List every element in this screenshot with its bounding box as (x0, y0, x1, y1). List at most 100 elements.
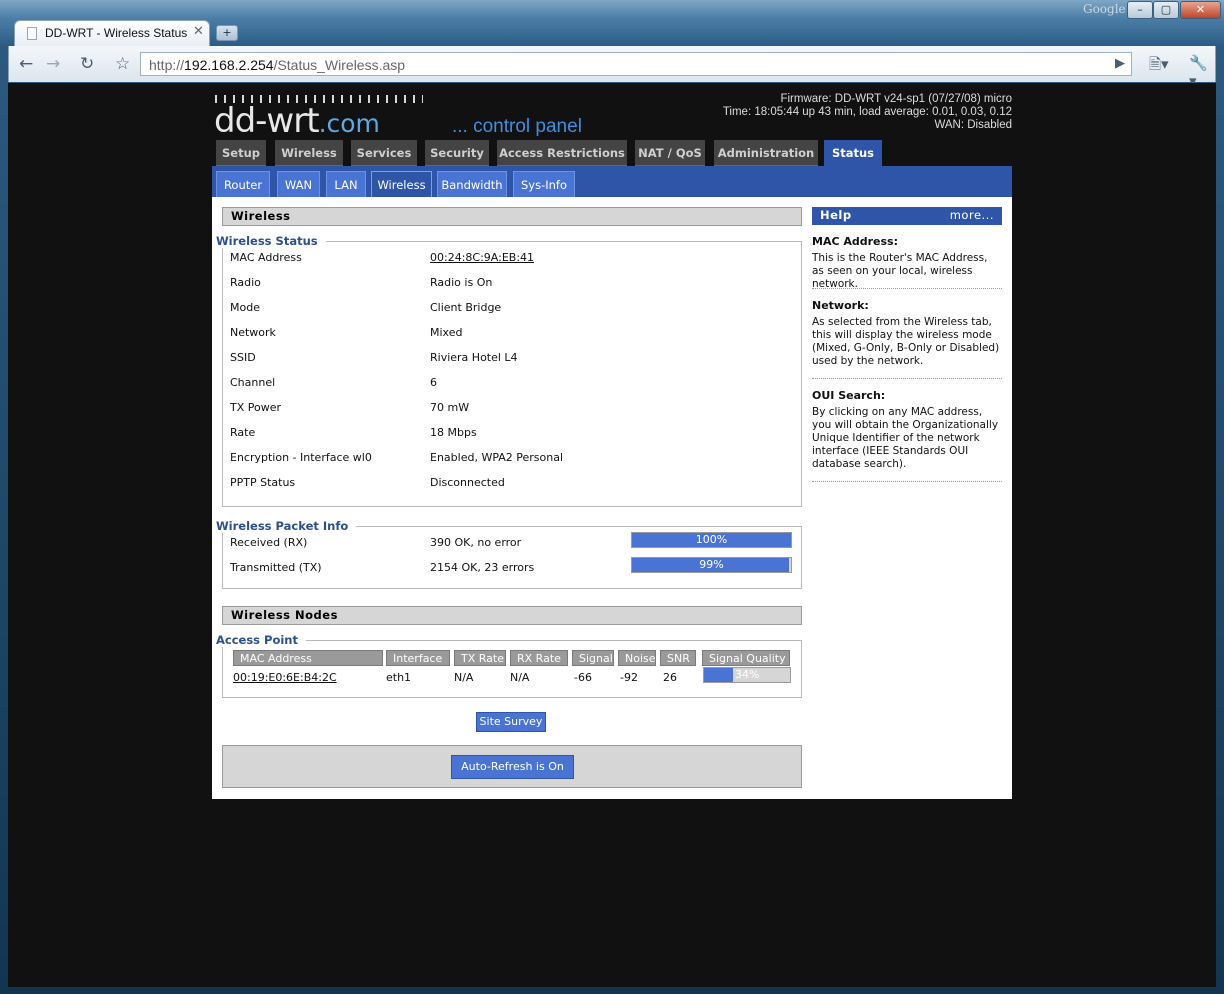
row-label: MAC Address (230, 251, 302, 264)
close-window-button[interactable]: ✕ (1180, 1, 1221, 19)
row-label: Encryption - Interface wl0 (230, 451, 372, 464)
tab-services[interactable]: Services (351, 140, 417, 166)
node-snr: 26 (663, 671, 677, 684)
tab-administration[interactable]: Administration (714, 140, 818, 166)
wireless-heading: Wireless (222, 207, 802, 226)
maximize-button[interactable]: ▢ (1153, 1, 1179, 19)
site-survey-button[interactable]: Site Survey (476, 712, 546, 732)
row-value: 70 mW (430, 401, 470, 414)
subtab-lan[interactable]: LAN (326, 171, 366, 197)
tab-access-restrictions[interactable]: Access Restrictions (497, 140, 627, 166)
tab-nat-qos[interactable]: NAT / QoS (635, 140, 705, 166)
address-bar[interactable]: http://192.168.2.254/Status_Wireless.asp (140, 52, 1132, 76)
back-arrow-icon[interactable]: ← (19, 54, 33, 74)
help-more-link[interactable]: more... (950, 207, 994, 224)
help-item-text: This is the Router's MAC Address, as see… (812, 252, 988, 290)
uptime-load: Time: 18:05:44 up 43 min, load average: … (722, 106, 1012, 118)
forward-arrow-icon[interactable]: → (46, 54, 60, 74)
bookmark-star-icon[interactable]: ☆ (115, 54, 130, 74)
row-value: Disconnected (430, 476, 505, 489)
url-path: /Status_Wireless.asp (273, 57, 406, 73)
rx-progress-bar: 100% (631, 532, 792, 548)
main-content: Wireless Wireless Status MAC Address 00:… (212, 197, 1012, 799)
tx-progress-bar: 99% (631, 557, 792, 573)
help-divider (812, 378, 1002, 379)
row-label: Channel (230, 376, 276, 389)
node-rx-rate: N/A (510, 671, 530, 684)
packet-info-legend: Wireless Packet Info (216, 519, 357, 533)
row-value: 2154 OK, 23 errors (430, 561, 535, 574)
signal-quality-text: 34% (735, 668, 760, 681)
sub-nav: Router WAN LAN Wireless Bandwidth Sys-In… (212, 166, 1012, 197)
main-nav: Setup Wireless Services Security Access … (212, 139, 1012, 166)
row-value: Enabled, WPA2 Personal (430, 451, 564, 464)
title-bar: Google – ▢ ✕ DD-WRT - Wireless Status ✕ … (0, 0, 1224, 46)
subtab-bandwidth[interactable]: Bandwidth (437, 171, 507, 197)
node-interface: eth1 (386, 671, 412, 684)
tab-title: DD-WRT - Wireless Status (45, 26, 188, 40)
browser-toolbar: ← → ↻ ☆ http://192.168.2.254/Status_Wire… (8, 46, 1216, 90)
page-icon (27, 27, 37, 40)
wan-status: WAN: Disabled (934, 119, 1012, 131)
ddwrt-logo: dd-wrt.com (214, 101, 380, 141)
row-label: PPTP Status (230, 476, 296, 489)
auto-refresh-button[interactable]: Auto-Refresh is On (451, 755, 574, 779)
minimize-button[interactable]: – (1127, 1, 1153, 19)
wireless-status-fieldset (222, 241, 802, 507)
logo-main: dd-wrt (214, 101, 320, 141)
row-label: Network (230, 326, 276, 339)
node-mac-link[interactable]: 00:19:E0:6E:B4:2C (233, 671, 337, 684)
wireless-nodes-heading: Wireless Nodes (222, 606, 802, 625)
nodes-table-header: MAC Address Interface TX Rate RX Rate Si… (233, 650, 793, 668)
help-item-title: Network: (812, 299, 869, 312)
row-value: 6 (430, 376, 437, 389)
help-heading: Help more... (812, 207, 1002, 225)
col-signal-quality: Signal Quality (702, 650, 790, 666)
tx-progress-text: 99% (699, 558, 724, 571)
subtab-router[interactable]: Router (216, 171, 270, 197)
page-menu-icon[interactable]: 🗎▾ (1149, 54, 1169, 79)
node-tx-rate: N/A (454, 671, 474, 684)
row-label: Mode (230, 301, 260, 314)
ddwrt-page: dd-wrt.com ... control panel Firmware: D… (212, 83, 1012, 799)
tab-close-icon[interactable]: ✕ (193, 24, 204, 39)
row-value: Mixed (430, 326, 463, 339)
rx-progress-text: 100% (695, 533, 728, 546)
col-mac-address: MAC Address (233, 650, 383, 666)
reload-icon[interactable]: ↻ (80, 54, 94, 74)
subtab-sys-info[interactable]: Sys-Info (513, 171, 575, 197)
subtab-wan[interactable]: WAN (277, 171, 320, 197)
new-tab-button[interactable]: + (216, 25, 238, 41)
node-signal: -66 (574, 671, 592, 684)
signal-quality-bar: 34% (703, 667, 791, 683)
help-divider (812, 481, 1002, 482)
col-tx-rate: TX Rate (454, 650, 506, 666)
help-divider (812, 288, 1002, 289)
col-snr: SNR (660, 650, 696, 666)
row-label: SSID (230, 351, 256, 364)
firmware-version: Firmware: DD-WRT v24-sp1 (07/27/08) micr… (780, 93, 1012, 105)
row-label: Rate (230, 426, 256, 439)
col-interface: Interface (386, 650, 450, 666)
url-scheme: http:// (149, 57, 185, 73)
col-noise: Noise (618, 650, 656, 666)
col-rx-rate: RX Rate (510, 650, 568, 666)
wireless-status-legend: Wireless Status (216, 234, 326, 248)
node-noise: -92 (620, 671, 638, 684)
tab-security[interactable]: Security (425, 140, 489, 166)
browser-tab[interactable]: DD-WRT - Wireless Status ✕ (14, 20, 210, 46)
row-label: Radio (230, 276, 261, 289)
url-text: http://192.168.2.254/Status_Wireless.asp (149, 57, 405, 73)
row-label: TX Power (230, 401, 282, 414)
tab-setup[interactable]: Setup (216, 140, 266, 166)
help-item-title: MAC Address: (812, 235, 899, 248)
tagline: ... control panel (452, 116, 582, 137)
subtab-wireless[interactable]: Wireless (371, 171, 432, 197)
tab-wireless[interactable]: Wireless (275, 140, 343, 166)
help-item-text: As selected from the Wireless tab, this … (812, 316, 1000, 367)
go-play-icon[interactable]: ▶ (1115, 56, 1125, 71)
router-mac-link[interactable]: 00:24:8C:9A:EB:41 (430, 251, 534, 264)
url-host: 192.168.2.254 (184, 57, 274, 73)
help-item-title: OUI Search: (812, 389, 886, 402)
tab-status[interactable]: Status (824, 140, 882, 166)
